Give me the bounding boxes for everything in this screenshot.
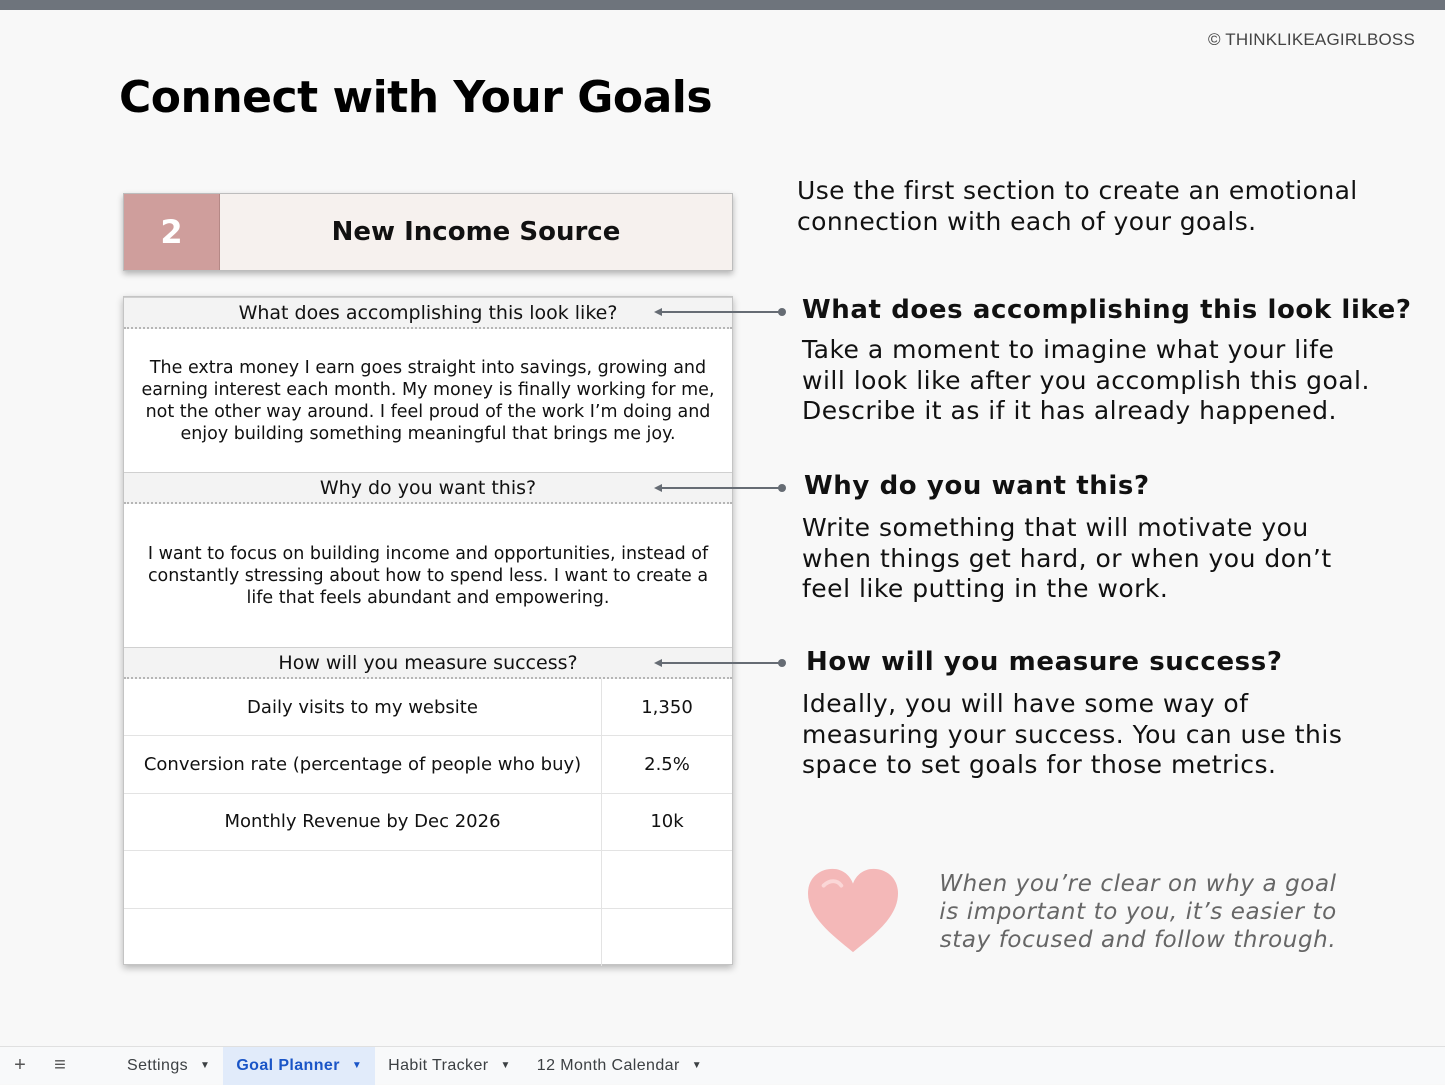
add-sheet-icon[interactable]: + <box>0 1047 40 1085</box>
tab-label: 12 Month Calendar <box>536 1056 680 1074</box>
metric-value-cell[interactable]: 10k <box>602 794 732 850</box>
metrics-table: Daily visits to my website 1,350 Convers… <box>124 679 732 966</box>
goal-header-card: 2 New Income Source <box>123 193 733 271</box>
guide-accomplish-title: What does accomplishing this look like? <box>802 295 1412 325</box>
metric-label-cell[interactable]: Daily visits to my website <box>124 679 602 736</box>
metric-row <box>124 908 732 966</box>
tab-goal-planner[interactable]: Goal Planner ▼ <box>223 1046 376 1085</box>
all-sheets-menu-icon[interactable]: ≡ <box>40 1047 80 1085</box>
tab-12-month-calendar[interactable]: 12 Month Calendar ▼ <box>524 1047 715 1085</box>
metric-value-cell[interactable]: 1,350 <box>602 679 732 735</box>
copyright-text: © THINKLIKEAGIRLBOSS <box>1207 30 1415 49</box>
goal-sheet: What does accomplishing this look like? … <box>123 296 733 966</box>
metric-value-cell[interactable] <box>602 851 732 907</box>
metric-row: Daily visits to my website 1,350 <box>124 679 732 737</box>
guide-why-body: Write something that will motivate you w… <box>802 513 1332 603</box>
metric-label-cell[interactable]: Monthly Revenue by Dec 2026 <box>124 793 602 851</box>
guide-accomplish-body: Take a moment to imagine what your life … <box>802 335 1370 425</box>
metric-value-cell[interactable] <box>602 909 732 966</box>
metric-row <box>124 851 732 909</box>
guide-intro: Use the first section to create an emoti… <box>797 176 1358 236</box>
question-measure-header: How will you measure success? <box>124 647 732 679</box>
tab-label: Goal Planner <box>236 1056 340 1074</box>
answer-why-cell[interactable]: I want to focus on building income and o… <box>124 505 732 647</box>
top-bar <box>0 0 1445 10</box>
metric-row: Conversion rate (percentage of people wh… <box>124 736 732 794</box>
guide-why-title: Why do you want this? <box>804 471 1150 501</box>
tab-label: Settings <box>127 1056 189 1074</box>
question-why-header: Why do you want this? <box>124 472 732 504</box>
sheet-tab-bar: + ≡ Settings ▼ Goal Planner ▼ Habit Trac… <box>0 1046 1445 1085</box>
tab-habit-tracker[interactable]: Habit Tracker ▼ <box>375 1047 524 1085</box>
metric-label-cell[interactable] <box>124 908 602 966</box>
motivational-quote: When you’re clear on why a goal is impor… <box>939 871 1337 953</box>
caret-down-icon[interactable]: ▼ <box>200 1060 210 1071</box>
answer-accomplish-cell[interactable]: The extra money I earn goes straight int… <box>124 330 732 472</box>
tab-settings[interactable]: Settings ▼ <box>114 1047 223 1085</box>
metric-value-cell[interactable]: 2.5% <box>602 736 732 792</box>
connector-arrow-1 <box>654 308 786 316</box>
page-title: Connect with Your Goals <box>119 72 713 123</box>
caret-down-icon[interactable]: ▼ <box>352 1060 362 1071</box>
metric-row: Monthly Revenue by Dec 2026 10k <box>124 793 732 852</box>
connector-arrow-2 <box>654 484 786 492</box>
goal-number[interactable]: 2 <box>124 194 220 270</box>
caret-down-icon[interactable]: ▼ <box>692 1060 702 1071</box>
guide-measure-body: Ideally, you will have some way of measu… <box>802 689 1343 779</box>
metric-label-cell[interactable]: Conversion rate (percentage of people wh… <box>124 736 602 793</box>
tab-label: Habit Tracker <box>388 1056 489 1074</box>
guide-measure-title: How will you measure success? <box>806 647 1283 677</box>
question-accomplish-header: What does accomplishing this look like? <box>124 297 732 329</box>
goal-name[interactable]: New Income Source <box>220 194 732 270</box>
connector-arrow-3 <box>654 659 786 667</box>
caret-down-icon[interactable]: ▼ <box>500 1060 510 1071</box>
metric-label-cell[interactable] <box>124 851 602 908</box>
heart-icon <box>808 868 898 953</box>
